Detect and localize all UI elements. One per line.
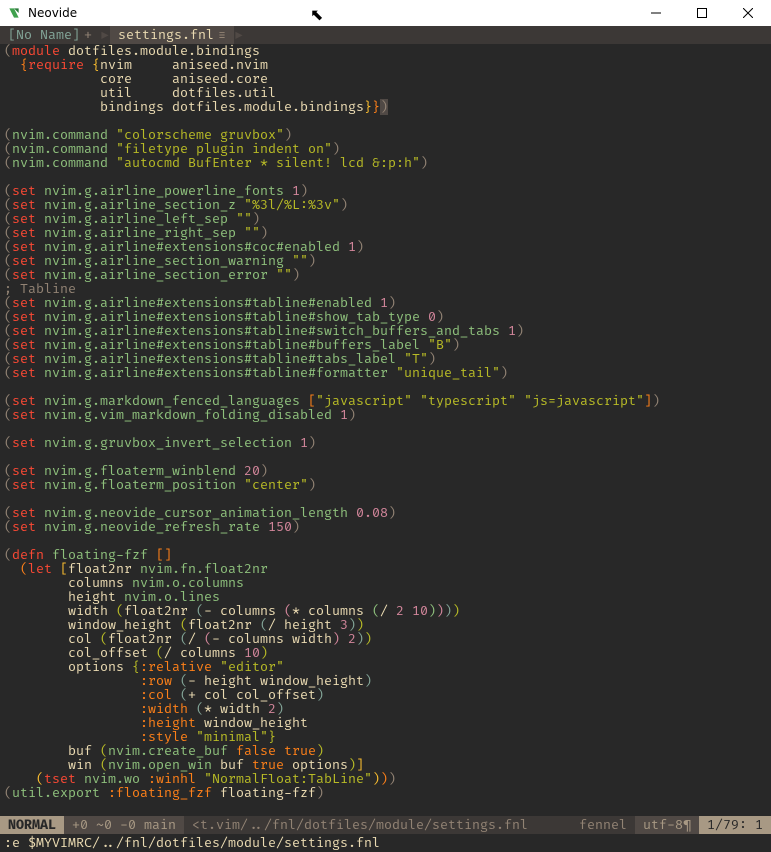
filetype-segment: fennel [571, 816, 635, 834]
tab-bar: [No Name] + ▶ settings.fnl ≡ ▶ [0, 26, 771, 44]
window-close-button[interactable] [725, 0, 771, 26]
tab-modified-icon: ≡ [218, 28, 226, 42]
app-icon [6, 5, 22, 21]
file-segment: <t.vim/../fnl/dotfiles/module/settings.f… [184, 816, 536, 834]
window-titlebar: Neovide ⬉ [0, 0, 771, 26]
tab-label: [No Name] [8, 28, 80, 42]
editor-area[interactable]: (module dotfiles.module.bindings {requir… [0, 44, 771, 816]
tab-separator-icon: ▶ [100, 26, 110, 44]
position-segment: 1/79: 1 [699, 816, 771, 834]
status-bar: NORMAL +0 ~0 -0 main <t.vim/../fnl/dotfi… [0, 816, 771, 834]
tab-active[interactable]: settings.fnl ≡ [110, 26, 234, 44]
cursor-arrow-icon: ⬉ [310, 8, 323, 22]
tab-label: settings.fnl [118, 28, 214, 42]
window-title: Neovide [28, 6, 77, 20]
encoding-segment: utf-8 ¶ [635, 816, 699, 834]
mode-segment: NORMAL [0, 816, 64, 834]
tab-separator-icon: ▶ [234, 26, 244, 44]
line-ending-icon: ¶ [683, 818, 691, 832]
tab-modified-icon: + [84, 28, 92, 42]
tab-inactive[interactable]: [No Name] + [0, 26, 100, 44]
command-line[interactable]: :e $MYVIMRC/../fnl/dotfiles/module/setti… [0, 834, 771, 852]
git-segment: +0 ~0 -0 main [64, 816, 184, 834]
window-minimize-button[interactable] [633, 0, 679, 26]
window-maximize-button[interactable] [679, 0, 725, 26]
